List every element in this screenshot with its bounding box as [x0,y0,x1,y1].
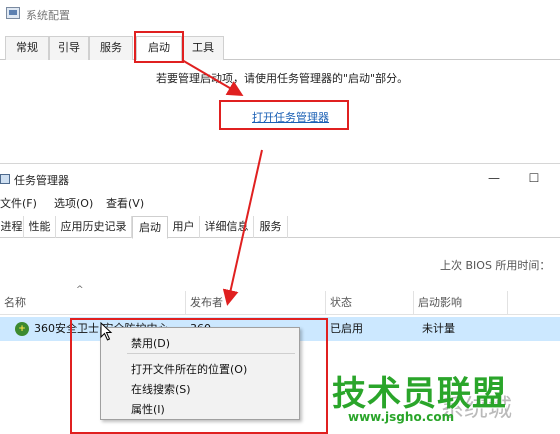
task-manager-app-icon [0,174,10,184]
task-manager-title: 任务管理器 [14,174,69,187]
watermark-logo-text: 技术员联盟 [332,374,507,414]
tab-details[interactable]: 详细信息 [200,216,254,238]
context-disable[interactable]: 禁用(D) [131,335,170,351]
context-open-file-location[interactable]: 打开文件所在的位置(O) [131,361,247,377]
context-separator [127,353,295,354]
column-status[interactable]: 状态 [326,291,414,315]
360-shield-icon: + [15,322,29,336]
tab-tools[interactable]: 工具 [182,36,224,60]
bios-time-label: 上次 BIOS 所用时间： [440,259,551,272]
minimize-button[interactable]: — [486,170,502,186]
tab-startup[interactable]: 启动 [136,36,182,61]
system-config-title: 系统配置 [26,9,70,22]
tab-services[interactable]: 服务 [89,36,133,60]
context-properties[interactable]: 属性(I) [131,401,165,417]
watermark-url: www.jsgho.com [348,410,455,424]
column-name[interactable]: 名称 [0,291,186,315]
startup-table-header: 名称 发布者 状态 启动影响 [0,291,560,315]
open-task-manager-link[interactable]: 打开任务管理器 [252,109,329,125]
tab-services-tm[interactable]: 服务 [254,216,288,238]
task-manager-tabs: 进程 性能 应用历史记录 启动 用户 详细信息 服务 [0,216,560,239]
system-config-app-icon [6,7,20,19]
system-config-window: 系统配置 常规 引导 服务 启动 工具 若要管理启动项，请使用任务管理器的"启动… [0,0,560,160]
context-search-online[interactable]: 在线搜索(S) [131,381,191,397]
task-manager-menubar: 文件(F) 选项(O) 查看(V) [0,192,560,212]
tab-processes[interactable]: 进程 [0,216,24,238]
menu-file[interactable]: 文件(F) [0,195,37,211]
column-impact[interactable]: 启动影响 [414,291,508,315]
column-publisher[interactable]: 发布者 [186,291,326,315]
menu-options[interactable]: 选项(O) [54,195,93,211]
tab-users[interactable]: 用户 [168,216,200,238]
startup-notice-text: 若要管理启动项，请使用任务管理器的"启动"部分。 [156,72,409,85]
row-status: 已启用 [330,322,363,335]
tab-performance[interactable]: 性能 [24,216,56,238]
tab-startup-tm[interactable]: 启动 [132,216,168,239]
system-config-titlebar: 系统配置 [0,0,560,28]
tab-app-history[interactable]: 应用历史记录 [56,216,132,238]
row-impact: 未计量 [422,322,455,335]
menu-view[interactable]: 查看(V) [106,195,144,211]
tab-general[interactable]: 常规 [5,36,49,60]
maximize-button[interactable]: ☐ [526,170,542,186]
context-menu: 禁用(D) 打开文件所在的位置(O) 在线搜索(S) 属性(I) [100,327,300,420]
system-config-tabs: 常规 引导 服务 启动 工具 [0,36,560,61]
task-manager-titlebar: 任务管理器 — ☐ [0,164,560,192]
tab-boot[interactable]: 引导 [49,36,89,60]
mouse-cursor-icon [100,322,113,341]
